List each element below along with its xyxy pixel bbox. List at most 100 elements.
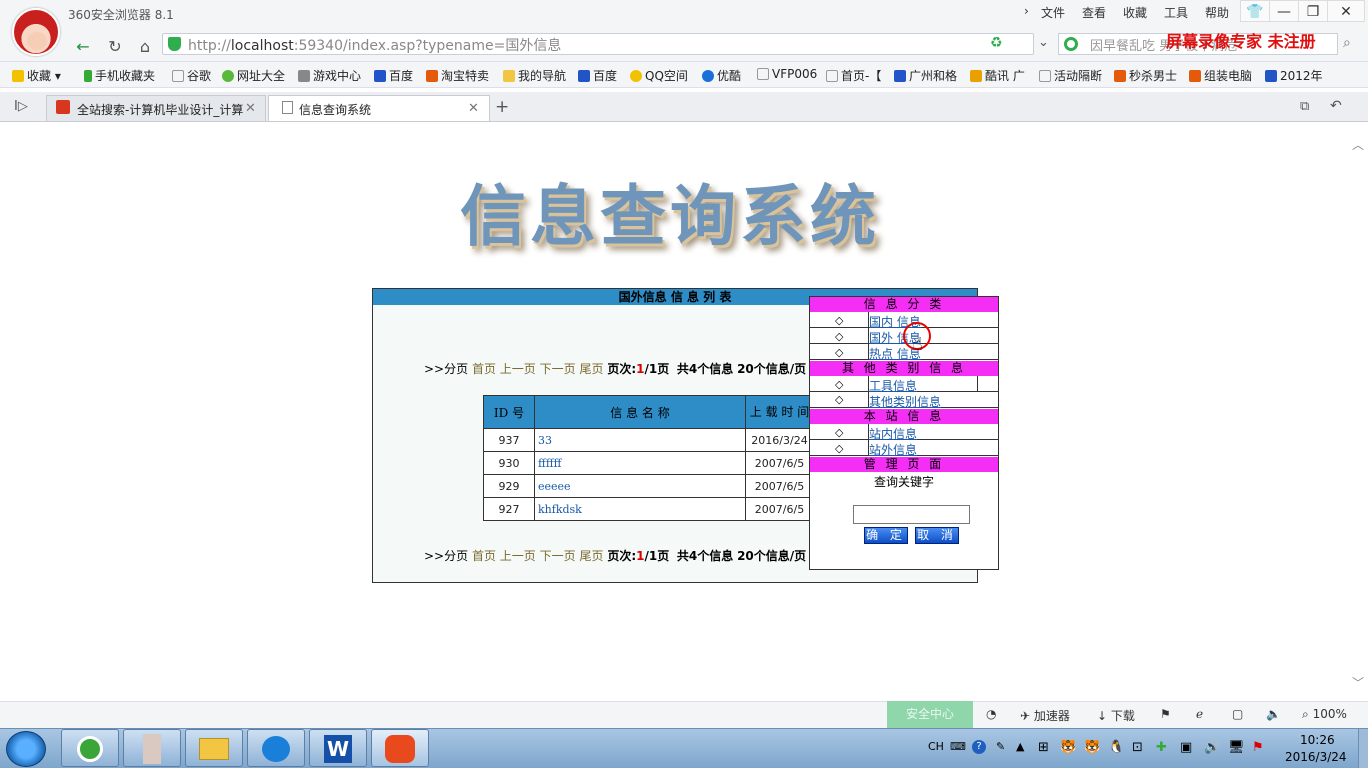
qq-icon[interactable]: 🐧 xyxy=(1108,740,1124,755)
security-status[interactable]: 安全中心 xyxy=(887,701,973,728)
help-icon[interactable]: ? xyxy=(972,740,986,754)
bookmark-item[interactable]: 网址大全 xyxy=(222,67,285,84)
minimize-button[interactable]: — xyxy=(1269,0,1299,22)
other-link-tools[interactable]: 工具信息 xyxy=(869,377,917,394)
input-language[interactable]: CH xyxy=(928,740,944,753)
confirm-button[interactable]: 确 定 xyxy=(864,527,908,544)
admin-heading-link[interactable]: 管 理 页 面 xyxy=(810,457,998,472)
cell-name-link[interactable]: eeeee xyxy=(534,474,746,498)
maximize-button[interactable]: ❐ xyxy=(1298,0,1328,22)
chevron-up-icon[interactable]: ▲ xyxy=(1016,740,1024,753)
menu-tools[interactable]: 工具 xyxy=(1164,4,1188,21)
bookmark-item[interactable]: 广州和格 xyxy=(894,67,957,84)
keyboard-icon[interactable]: ⌨ xyxy=(950,740,966,753)
bookmark-item[interactable]: 手机收藏夹 xyxy=(84,67,155,84)
bookmark-item[interactable]: 游戏中心 xyxy=(298,67,361,84)
accelerator-button[interactable]: ✈ 加速器 xyxy=(1020,707,1070,724)
show-desktop-button[interactable] xyxy=(1358,729,1368,768)
menu-favorites[interactable]: 收藏 xyxy=(1123,4,1147,21)
chevron-down-icon[interactable]: ⌄ xyxy=(1038,35,1049,50)
volume-icon[interactable]: 🔈 xyxy=(1266,707,1281,721)
chevron-right-icon[interactable]: › xyxy=(1024,4,1029,18)
monitor-icon[interactable]: 🖥 xyxy=(1228,740,1245,755)
taskbar-app-photo[interactable] xyxy=(123,729,181,767)
search-icon[interactable]: ⌕ xyxy=(1343,35,1351,51)
device-icon[interactable]: ▣ xyxy=(1180,740,1192,755)
tab-info-query[interactable]: 信息查询系统 xyxy=(268,95,490,121)
pager-prev-link[interactable]: 上一页 xyxy=(500,362,536,376)
back-arrow-icon[interactable]: ← xyxy=(72,36,94,58)
url-text[interactable]: http://localhost:59340/index.asp?typenam… xyxy=(188,35,561,55)
undo-close-icon[interactable]: ↶ xyxy=(1330,98,1342,114)
bookmark-item[interactable]: VFP006 xyxy=(757,67,817,81)
taskbar-app-wps[interactable]: W xyxy=(309,729,367,767)
pager-last-link[interactable]: 尾页 xyxy=(579,549,603,563)
download-button[interactable]: ↓ 下载 xyxy=(1097,707,1135,724)
search-engine-icon[interactable] xyxy=(1064,37,1078,51)
pager-first-link[interactable]: 首页 xyxy=(472,549,496,563)
menu-file[interactable]: 文件 xyxy=(1041,4,1065,21)
compat-mode-icon[interactable]: ♻ xyxy=(990,35,1003,51)
bookmark-item[interactable]: 我的导航 xyxy=(503,67,566,84)
windows-icon[interactable]: ⊞ xyxy=(1038,740,1049,755)
clock-date[interactable]: 2016/3/24 xyxy=(1285,750,1347,764)
game-icon[interactable]: 🐯 xyxy=(1060,740,1076,755)
bookmark-favorites[interactable]: 收藏 ▾ xyxy=(12,67,61,84)
clock-time[interactable]: 10:26 xyxy=(1300,733,1335,747)
taskbar-app-explorer[interactable] xyxy=(185,729,243,767)
cell-name-link[interactable]: ffffff xyxy=(534,451,746,475)
site-link-internal[interactable]: 站内信息 xyxy=(869,425,917,442)
tab-list-icon[interactable]: ⧉ xyxy=(1300,99,1309,114)
taskbar-app-360browser[interactable] xyxy=(61,729,119,767)
bookmark-item[interactable]: 百度 xyxy=(578,67,617,84)
pager-next-link[interactable]: 下一页 xyxy=(540,549,576,563)
skin-button[interactable]: 👕 xyxy=(1240,0,1270,22)
bookmark-item[interactable]: 活动隔断 xyxy=(1039,67,1102,84)
pager-last-link[interactable]: 尾页 xyxy=(579,362,603,376)
bookmark-item[interactable]: 酷讯 广 xyxy=(970,67,1025,84)
start-button[interactable] xyxy=(6,731,46,767)
network-icon[interactable]: ⊡ xyxy=(1132,740,1143,755)
bookmark-item[interactable]: 淘宝特卖 xyxy=(426,67,489,84)
close-button[interactable]: ✕ xyxy=(1327,0,1365,22)
close-icon[interactable]: ✕ xyxy=(245,101,256,116)
window-icon[interactable]: ▢ xyxy=(1232,707,1243,721)
flag-icon[interactable]: ⚑ xyxy=(1160,707,1171,721)
scroll-down-icon[interactable]: ﹀ xyxy=(1352,674,1364,691)
taskbar-app-cloud[interactable] xyxy=(247,729,305,767)
refresh-icon[interactable]: ↻ xyxy=(104,36,126,58)
menu-view[interactable]: 查看 xyxy=(1082,4,1106,21)
bookmark-item[interactable]: 秒杀男士 xyxy=(1114,67,1177,84)
bookmark-item[interactable]: 谷歌 xyxy=(172,67,211,84)
flag-icon[interactable]: ⚑ xyxy=(1252,740,1264,755)
pen-icon[interactable]: ✎ xyxy=(996,740,1005,753)
query-keyword-input[interactable] xyxy=(853,505,970,524)
other-link-misc[interactable]: 其他类别信息 xyxy=(869,393,941,410)
tab-search[interactable]: 全站搜索-计算机毕业设计_计算 xyxy=(46,95,266,121)
bookmark-item[interactable]: QQ空间 xyxy=(630,67,688,84)
new-tab-button[interactable]: + xyxy=(495,97,509,117)
pager-next-link[interactable]: 下一页 xyxy=(540,362,576,376)
site-link-external[interactable]: 站外信息 xyxy=(869,441,917,458)
user-avatar[interactable] xyxy=(12,8,60,56)
home-icon[interactable]: ⌂ xyxy=(134,36,156,58)
bookmark-item[interactable]: 组装电脑 xyxy=(1189,67,1252,84)
ie-icon[interactable]: ℯ xyxy=(1196,707,1203,721)
scroll-up-icon[interactable]: ︿ xyxy=(1352,136,1364,153)
cell-name-link[interactable]: khfkdsk xyxy=(534,497,746,521)
pager-first-link[interactable]: 首页 xyxy=(472,362,496,376)
zoom-control[interactable]: ⌕ 100% xyxy=(1302,707,1347,722)
close-icon[interactable]: ✕ xyxy=(468,101,479,116)
security-plus-icon[interactable]: ✚ xyxy=(1156,740,1167,755)
cell-name-link[interactable]: 33 xyxy=(534,428,746,452)
bookmark-item[interactable]: 百度 xyxy=(374,67,413,84)
pager-prev-link[interactable]: 上一页 xyxy=(500,549,536,563)
menu-help[interactable]: 帮助 xyxy=(1205,4,1229,21)
feedback-icon[interactable]: ◔ xyxy=(986,707,996,721)
bookmark-item[interactable]: 优酷 xyxy=(702,67,741,84)
bookmark-item[interactable]: 2012年 xyxy=(1265,67,1323,84)
game-icon[interactable]: 🐯 xyxy=(1084,740,1100,755)
cancel-button[interactable]: 取 消 xyxy=(915,527,959,544)
taskbar-app-recorder[interactable] xyxy=(371,729,429,767)
bookmark-item[interactable]: 首页-【 xyxy=(826,67,881,84)
